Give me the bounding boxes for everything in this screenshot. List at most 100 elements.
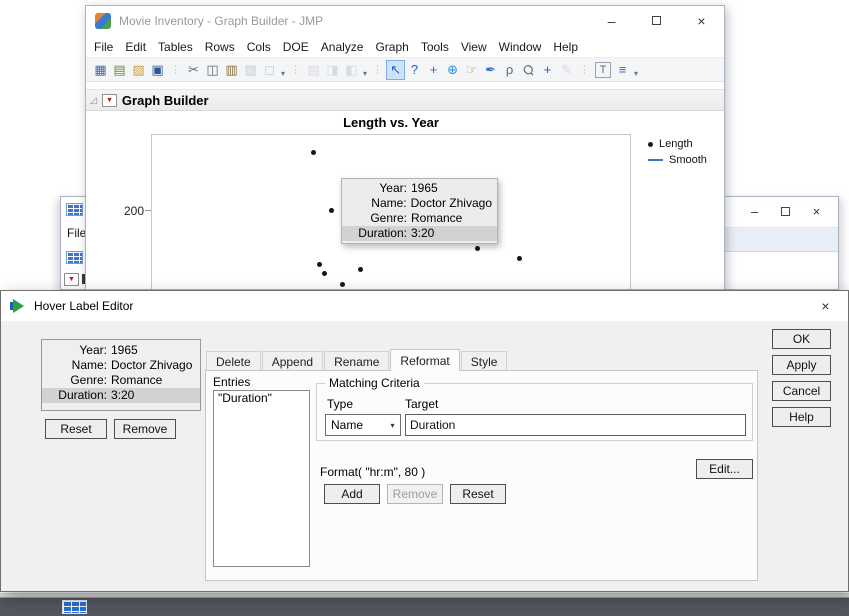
toolbar-overflow-icon[interactable]: ▾ [279, 69, 287, 78]
close-icon: × [821, 298, 829, 314]
data-point[interactable] [358, 267, 363, 272]
title-bar[interactable]: Movie Inventory - Graph Builder - JMP – … [86, 6, 724, 36]
maximize-button[interactable] [634, 6, 679, 35]
maximize-icon [652, 16, 661, 25]
menu-window[interactable]: Window [493, 38, 548, 56]
toolbar-overflow-icon[interactable]: ▾ [632, 69, 640, 78]
cut-icon[interactable]: ✂ [184, 60, 203, 80]
hover-label-key: Genre: [347, 211, 407, 226]
maximize-button[interactable] [770, 198, 801, 224]
red-triangle-menu-icon[interactable]: ▼ [64, 273, 79, 286]
textbox-tool-icon[interactable]: T [595, 62, 611, 78]
journal-page-icon[interactable]: ▤ [304, 60, 323, 80]
paste-icon[interactable]: ▥ [222, 60, 241, 80]
toolbar-overflow-icon[interactable]: ▾ [361, 69, 369, 78]
type-dropdown[interactable]: Name ▾ [325, 414, 401, 436]
apply-button[interactable]: Apply [772, 355, 831, 375]
close-button[interactable]: × [679, 6, 724, 35]
tab-delete[interactable]: Delete [206, 351, 261, 371]
lock-icon[interactable]: ◻ [260, 60, 279, 80]
data-point[interactable] [322, 271, 327, 276]
menu-doe[interactable]: DOE [277, 38, 315, 56]
save-icon[interactable]: ▣ [148, 60, 167, 80]
hover-label-value: 1965 [111, 343, 138, 358]
close-button[interactable]: × [803, 291, 848, 320]
dot-marker-icon [648, 142, 653, 147]
data-point[interactable] [340, 282, 345, 287]
new-data-table-icon[interactable]: ▦ [91, 60, 110, 80]
dialog-title-bar[interactable]: Hover Label Editor × [1, 291, 848, 321]
menu-cols[interactable]: Cols [241, 38, 277, 56]
hover-label-key: Duration: [347, 226, 407, 241]
minimize-button[interactable]: – [739, 198, 770, 224]
hover-label-row: Genre:Romance [42, 373, 200, 388]
menu-file[interactable]: File [88, 38, 119, 56]
toolbar-separator: ⋮ [167, 63, 184, 76]
globe-tool-icon[interactable]: ⊕ [443, 60, 462, 80]
menu-tables[interactable]: Tables [152, 38, 199, 56]
entries-list[interactable]: "Duration" [213, 390, 310, 567]
annotate-page-icon[interactable]: ◧ [342, 60, 361, 80]
preview-buttons: Reset Remove [45, 419, 176, 439]
new-journal-icon[interactable]: ▤ [110, 60, 129, 80]
jmp-dialog-icon [10, 298, 26, 314]
data-point[interactable] [475, 246, 480, 251]
menu-rows[interactable]: Rows [199, 38, 241, 56]
side-buttons: OK Apply Cancel Help [772, 329, 831, 427]
data-table-icon[interactable] [62, 600, 87, 614]
remove-preview-button[interactable]: Remove [114, 419, 176, 439]
layout-page-icon[interactable]: ◨ [323, 60, 342, 80]
copy-icon[interactable]: ◫ [203, 60, 222, 80]
menu-graph[interactable]: Graph [369, 38, 414, 56]
menu-file-background[interactable]: File [67, 226, 86, 240]
chart-title: Length vs. Year [151, 115, 631, 130]
help-tool-icon[interactable]: ? [405, 60, 424, 80]
close-button[interactable]: × [801, 198, 832, 224]
data-point[interactable] [517, 256, 522, 261]
target-label: Target [405, 397, 438, 411]
grabber-tool-icon[interactable]: ☞ [462, 60, 481, 80]
entry-item[interactable]: "Duration" [214, 390, 276, 406]
cancel-button[interactable]: Cancel [772, 381, 831, 401]
pencil-tool-icon[interactable]: ✎ [557, 60, 576, 80]
hover-label-row: Year:1965 [342, 181, 497, 196]
copy-table-icon[interactable]: ▧ [241, 60, 260, 80]
new-data-table-icon[interactable] [66, 251, 83, 264]
line-marker-icon [648, 159, 663, 161]
reset-preview-button[interactable]: Reset [45, 419, 107, 439]
data-point[interactable] [329, 208, 334, 213]
data-point[interactable] [311, 150, 316, 155]
red-triangle-glyph: ▼ [106, 97, 113, 104]
tab-rename[interactable]: Rename [324, 351, 389, 371]
reset-button[interactable]: Reset [450, 484, 506, 504]
disclosure-icon[interactable]: ◿ [90, 95, 97, 106]
menu-tools[interactable]: Tools [415, 38, 455, 56]
menu-view[interactable]: View [455, 38, 493, 56]
menu-edit[interactable]: Edit [119, 38, 152, 56]
crosshair-tool-icon[interactable]: + [424, 60, 443, 80]
edit-button[interactable]: Edit... [696, 459, 753, 479]
arrow-tool-icon[interactable]: ↖ [386, 60, 405, 80]
screen: File ▼ – × Movie Inventory - Graph Build… [0, 0, 849, 616]
lines-tool-icon[interactable]: ≡ [613, 60, 632, 80]
add-button[interactable]: Add [324, 484, 380, 504]
help-button[interactable]: Help [772, 407, 831, 427]
tab-style[interactable]: Style [461, 351, 508, 371]
brush-tool-icon[interactable]: ✒ [481, 60, 500, 80]
tab-reformat[interactable]: Reformat [390, 349, 459, 371]
data-point[interactable] [317, 262, 322, 267]
open-icon[interactable]: ▨ [129, 60, 148, 80]
entries-label: Entries [213, 375, 250, 389]
target-input[interactable] [405, 414, 746, 436]
red-triangle-menu-icon[interactable]: ▼ [102, 94, 117, 107]
dialog-title: Hover Label Editor [34, 299, 133, 313]
tab-append[interactable]: Append [262, 351, 323, 371]
minimize-button[interactable]: – [589, 6, 634, 35]
ok-button[interactable]: OK [772, 329, 831, 349]
menu-help[interactable]: Help [547, 38, 584, 56]
window-controls: – × [739, 198, 832, 224]
type-dropdown-value: Name [326, 418, 385, 432]
report-header[interactable]: ◿ ▼ Graph Builder [86, 89, 724, 111]
data-table-app-icon [66, 203, 83, 216]
menu-analyze[interactable]: Analyze [315, 38, 370, 56]
